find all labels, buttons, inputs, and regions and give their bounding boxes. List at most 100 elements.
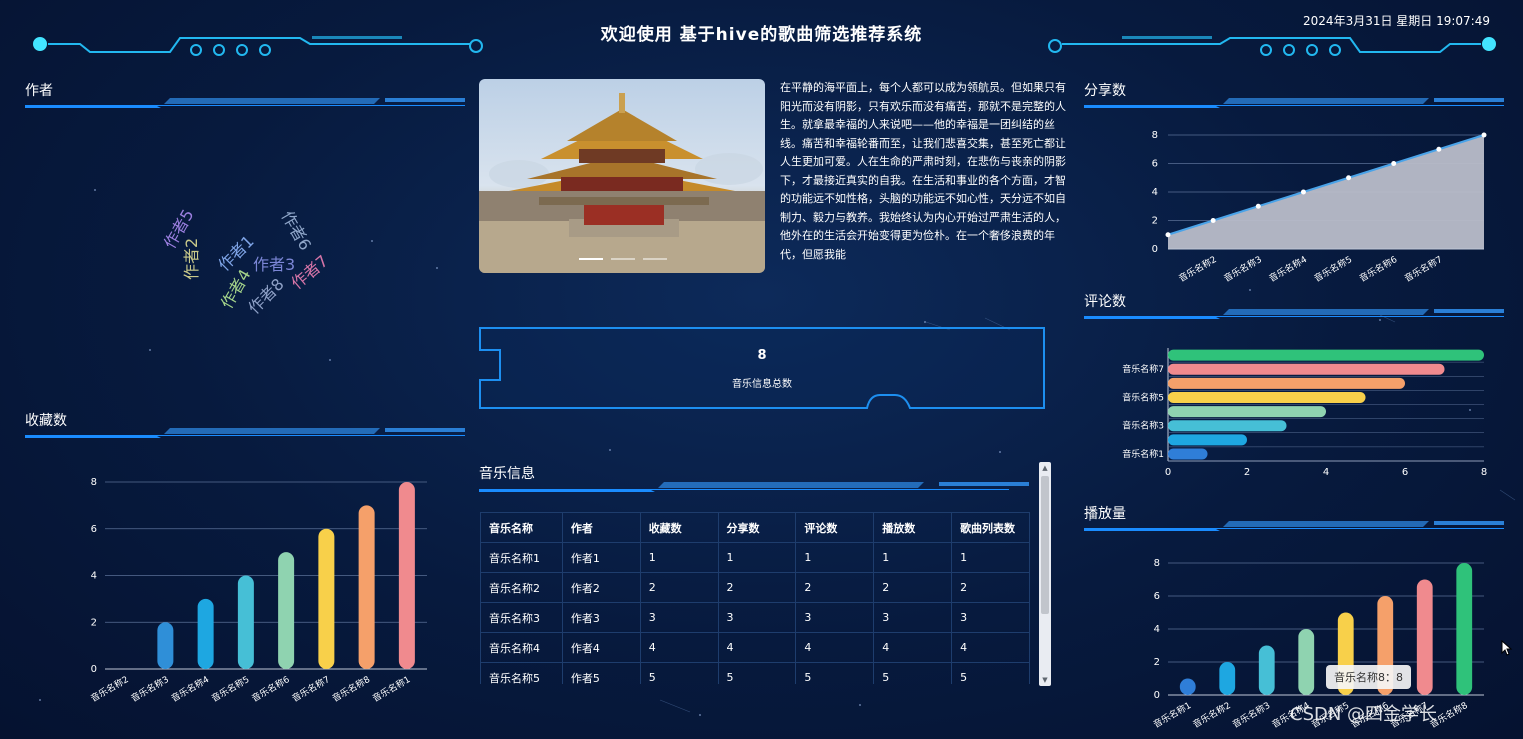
x-tick-label: 音乐名称3	[1230, 699, 1272, 730]
table-cell: 3	[873, 602, 953, 633]
column-header: 评论数	[795, 512, 875, 543]
chart-bar	[1168, 349, 1484, 361]
column-header: 分享数	[717, 512, 797, 543]
x-tick-label: 音乐名称6	[249, 673, 291, 704]
table-row[interactable]: 音乐名称5 作者5 5 5 5 5 5	[480, 662, 1030, 684]
x-tick-label: 6	[1402, 467, 1408, 478]
y-tick-label: 0	[1152, 244, 1158, 255]
y-tick-label: 0	[91, 664, 97, 675]
chart-bar	[1298, 629, 1315, 695]
table-scrollbar[interactable]: ▲ ▼	[1039, 462, 1051, 686]
x-tick-label: 音乐名称7	[290, 673, 332, 704]
chart-bar	[1219, 662, 1236, 695]
table-cell: 2	[717, 572, 797, 603]
x-tick-label: 音乐名称2	[88, 673, 130, 704]
intro-text: 在平静的海平面上，每个人都可以成为领航员。但如果只有阳光而没有阴影，只有欢乐而没…	[780, 81, 1066, 261]
chart-point	[1391, 161, 1397, 166]
y-tick-label: 4	[1152, 187, 1158, 198]
chart-point	[1210, 218, 1216, 223]
carousel-photo[interactable]	[479, 79, 765, 273]
scroll-up-icon[interactable]: ▲	[1039, 462, 1051, 474]
y-tick-label: 6	[1152, 159, 1158, 170]
table-cell: 1	[873, 542, 953, 573]
table-cell: 5	[639, 662, 719, 684]
x-tick-label: 音乐名称3	[129, 673, 171, 704]
scroll-thumb[interactable]	[1041, 476, 1049, 614]
x-tick-label: 0	[1165, 467, 1171, 478]
chart-bar	[1456, 563, 1473, 695]
section-underline	[1084, 98, 1504, 108]
table-cell: 3	[717, 602, 797, 633]
chart-bar	[1179, 678, 1196, 695]
carousel-dot[interactable]	[643, 258, 667, 260]
carousel-dot[interactable]	[579, 258, 603, 260]
y-tick-label: 音乐名称5	[1122, 391, 1164, 403]
chart-bar	[278, 552, 295, 669]
table-cell: 作者1	[561, 542, 641, 573]
chart-point	[1255, 203, 1261, 209]
x-tick-label: 音乐名称2	[1191, 699, 1233, 730]
table-cell: 音乐名称2	[480, 572, 563, 603]
music-info-table: 音乐名称 作者 收藏数 分享数 评论数 播放数 歌曲列表数 音乐名称1 作者1 1 1…	[480, 512, 1030, 684]
table-cell: 3	[795, 602, 875, 633]
y-tick-label: 8	[1152, 130, 1158, 141]
section-underline	[25, 428, 465, 438]
mouse-cursor-icon	[1501, 640, 1513, 656]
y-tick-label: 8	[91, 477, 97, 488]
chart-bar	[1258, 645, 1275, 695]
table-cell: 2	[873, 572, 953, 603]
y-tick-label: 2	[1152, 216, 1158, 227]
scroll-down-icon[interactable]: ▼	[1039, 674, 1051, 686]
table-cell: 5	[717, 662, 797, 684]
y-tick-label: 4	[1154, 624, 1160, 635]
table-header-row: 音乐名称 作者 收藏数 分享数 评论数 播放数 歌曲列表数	[480, 512, 1030, 543]
y-tick-label: 4	[91, 571, 97, 582]
table-row[interactable]: 音乐名称4 作者4 4 4 4 4 4	[480, 632, 1030, 663]
word-cloud-word: 作者6	[278, 208, 316, 254]
table-cell: 音乐名称3	[480, 602, 563, 633]
chart-bar	[1168, 420, 1287, 432]
section-title-author: 作者	[25, 83, 53, 99]
total-label: 音乐信息总数	[732, 379, 792, 390]
table-cell: 2	[795, 572, 875, 603]
table-cell: 音乐名称5	[480, 662, 563, 684]
column-header: 歌曲列表数	[951, 512, 1030, 543]
table-cell: 5	[873, 662, 953, 684]
section-underline	[1084, 309, 1504, 319]
chart-bar	[398, 482, 415, 669]
table-cell: 音乐名称4	[480, 632, 563, 663]
table-row[interactable]: 音乐名称3 作者3 3 3 3 3 3	[480, 602, 1030, 633]
carousel-indicators	[579, 258, 667, 260]
column-header: 作者	[561, 512, 641, 543]
chart-bar	[1168, 391, 1366, 403]
carousel-dot[interactable]	[611, 258, 635, 260]
section-title-shares: 分享数	[1084, 83, 1126, 99]
x-tick-label: 音乐名称1	[370, 673, 412, 704]
datetime: 2024年3月31日 星期日 19:07:49	[1303, 14, 1490, 28]
chart-point	[1300, 189, 1306, 195]
table-cell: 2	[951, 572, 1030, 603]
table-cell: 作者5	[561, 662, 641, 684]
x-tick-label: 音乐名称4	[1267, 253, 1309, 284]
table-cell: 1	[639, 542, 719, 573]
table-cell: 5	[951, 662, 1030, 684]
section-underline	[25, 98, 465, 108]
table-row[interactable]: 音乐名称2 作者2 2 2 2 2 2	[480, 572, 1030, 603]
table-cell: 1	[717, 542, 797, 573]
table-cell: 4	[639, 632, 719, 663]
watermark: CSDN @四金学长	[1290, 704, 1438, 725]
x-tick-label: 音乐名称8	[330, 673, 372, 704]
column-header: 收藏数	[639, 512, 719, 543]
y-tick-label: 8	[1154, 558, 1160, 569]
pavilion-image	[479, 93, 765, 273]
x-tick-label: 音乐名称3	[1222, 253, 1264, 284]
chart-bar	[318, 528, 335, 669]
chart-bar	[197, 598, 214, 669]
y-tick-label: 0	[1154, 690, 1160, 701]
y-tick-label: 音乐名称7	[1122, 363, 1164, 375]
chart-bar	[1168, 448, 1208, 460]
table-cell: 音乐名称1	[480, 542, 563, 573]
chart-bar	[237, 575, 254, 669]
table-row[interactable]: 音乐名称1 作者1 1 1 1 1 1	[480, 542, 1030, 573]
table-cell: 3	[639, 602, 719, 633]
